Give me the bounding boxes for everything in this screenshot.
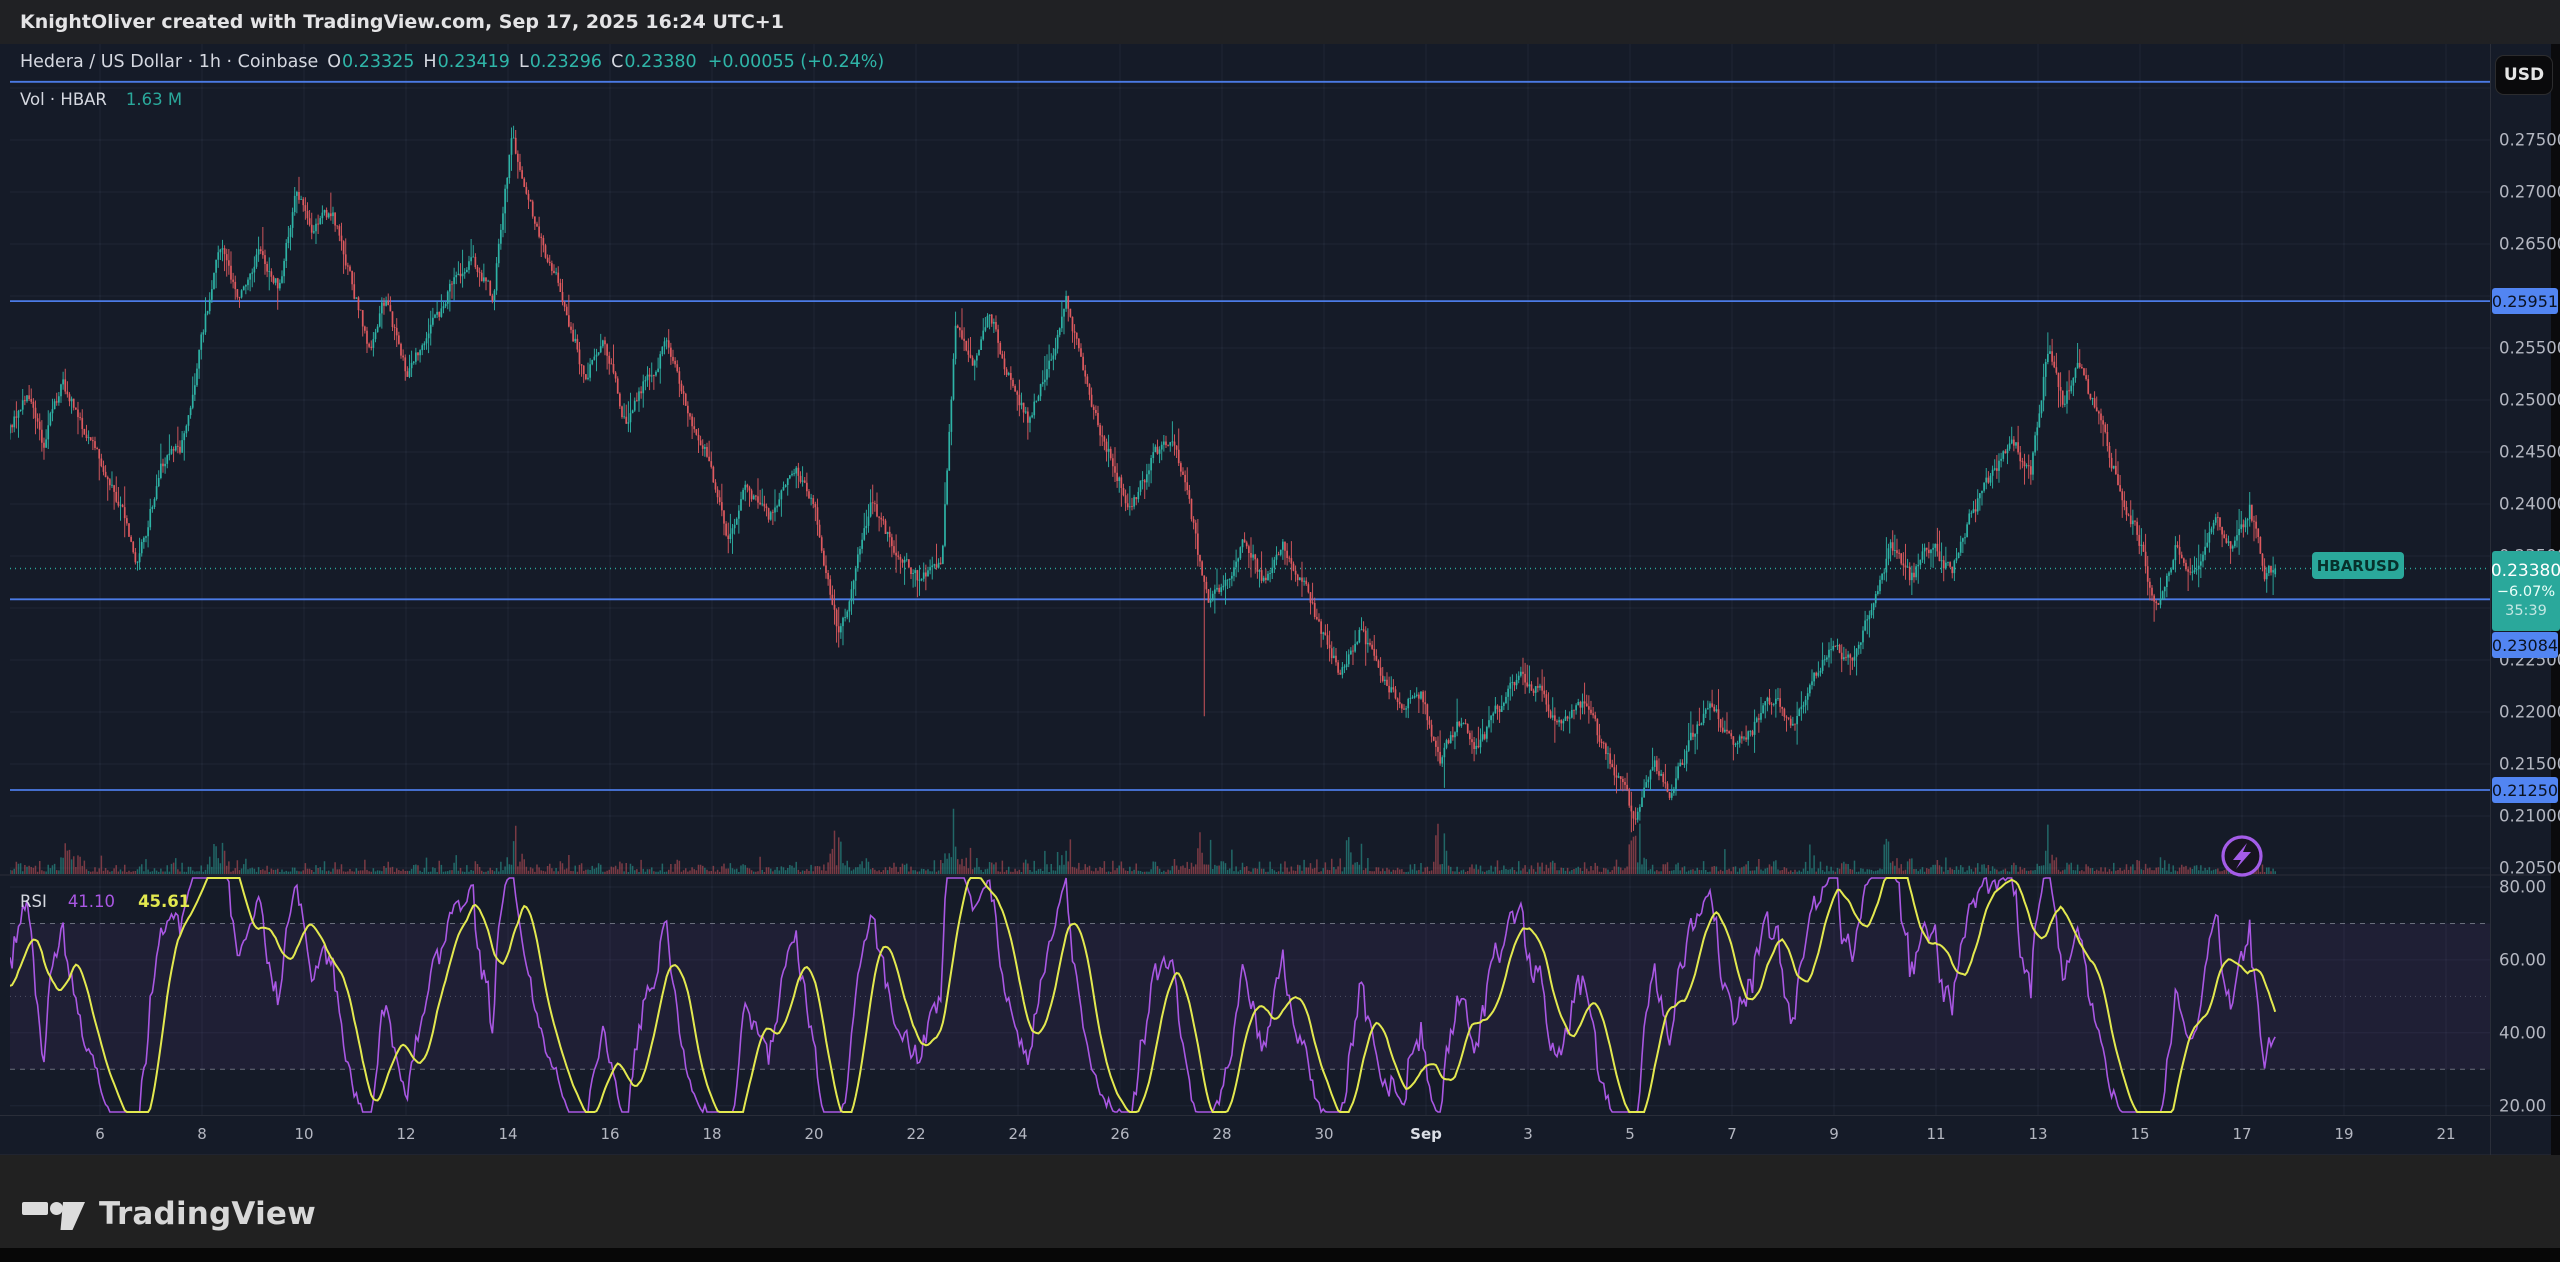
rsi-tick: 80.00 bbox=[2499, 878, 2546, 897]
price-change: +0.00055 (+0.24%) bbox=[708, 52, 885, 72]
last-price-change: −6.07% bbox=[2497, 583, 2555, 603]
tradingview-logo-icon bbox=[22, 1193, 86, 1235]
attribution-bar: KnightOliver created with TradingView.co… bbox=[0, 0, 2560, 44]
time-tick: Sep bbox=[1410, 1125, 1442, 1143]
quick-trade-lightning-icon[interactable] bbox=[2223, 837, 2261, 875]
price-tick: 0.21500 bbox=[2499, 755, 2560, 774]
price-tick: 0.22000 bbox=[2499, 703, 2560, 722]
time-tick: 6 bbox=[95, 1125, 105, 1143]
price-tick: 0.25000 bbox=[2499, 391, 2560, 410]
time-tick: 10 bbox=[294, 1125, 313, 1143]
level-price-pill: 0.25951 bbox=[2492, 288, 2558, 314]
footer: TradingView bbox=[0, 1155, 2560, 1248]
time-tick: 21 bbox=[2436, 1125, 2455, 1143]
price-axis[interactable]: USD 0.27500 0.27000 0.26500 0.25500 0.25000 0… bbox=[2490, 44, 2560, 1155]
time-tick: 19 bbox=[2334, 1125, 2353, 1143]
ohlc-open: O0.23325 bbox=[327, 52, 414, 72]
time-tick: 8 bbox=[197, 1125, 207, 1143]
rsi-ma-value: 45.61 bbox=[138, 892, 190, 911]
time-tick: 12 bbox=[396, 1125, 415, 1143]
tradingview-brand-text: TradingView bbox=[99, 1196, 316, 1232]
symbol-price-tag: HBARUSD bbox=[2312, 552, 2404, 579]
rsi-tick: 40.00 bbox=[2499, 1023, 2546, 1042]
time-tick: 9 bbox=[1829, 1125, 1839, 1143]
time-tick: 20 bbox=[804, 1125, 823, 1143]
price-tick: 0.25500 bbox=[2499, 339, 2560, 358]
candlestick-series bbox=[10, 126, 2275, 833]
chart-canvas[interactable] bbox=[0, 0, 2560, 1262]
price-tick: 0.27500 bbox=[2499, 131, 2560, 150]
time-tick: 24 bbox=[1008, 1125, 1027, 1143]
price-tick: 0.24000 bbox=[2499, 495, 2560, 514]
symbol-header: Hedera / US Dollar · 1h · Coinbase O0.23… bbox=[20, 52, 884, 72]
ohlc-low: L0.23296 bbox=[519, 52, 602, 72]
price-tick: 0.27000 bbox=[2499, 183, 2560, 202]
price-tick: 0.20500 bbox=[2499, 859, 2560, 878]
rsi-label: RSI bbox=[20, 892, 47, 911]
bar-countdown: 35:39 bbox=[2505, 602, 2547, 622]
volume-value: 1.63 M bbox=[126, 90, 182, 109]
ohlc-high: H0.23419 bbox=[423, 52, 510, 72]
last-price-label: 0.23380 −6.07% 35:39 bbox=[2492, 551, 2560, 631]
time-tick: 7 bbox=[1727, 1125, 1737, 1143]
time-tick: 18 bbox=[702, 1125, 721, 1143]
price-tick: 0.24500 bbox=[2499, 443, 2560, 462]
rsi-value: 41.10 bbox=[68, 892, 115, 911]
time-axis[interactable]: 6 8 10 12 14 16 18 20 22 24 26 28 30 Sep 3 5 7 9 11 13 15 17 1… bbox=[0, 1115, 2560, 1156]
time-tick: 22 bbox=[906, 1125, 925, 1143]
rsi-tick: 20.00 bbox=[2499, 1096, 2546, 1115]
last-price-value: 0.23380 bbox=[2491, 560, 2560, 583]
level-price-pill: 0.23084 bbox=[2492, 632, 2558, 658]
volume-label: Vol · HBAR bbox=[20, 90, 107, 109]
time-tick: 30 bbox=[1314, 1125, 1333, 1143]
price-tick: 0.26500 bbox=[2499, 235, 2560, 254]
price-tick: 0.21000 bbox=[2499, 807, 2560, 826]
level-price-pill: 0.21250 bbox=[2492, 777, 2558, 803]
time-tick: 11 bbox=[1926, 1125, 1945, 1143]
volume-bars bbox=[10, 809, 2275, 874]
time-tick: 28 bbox=[1212, 1125, 1231, 1143]
rsi-indicator-row: RSI 41.10 45.61 bbox=[20, 892, 190, 911]
volume-indicator-row: Vol · HBAR 1.63 M bbox=[20, 90, 182, 109]
time-tick: 15 bbox=[2130, 1125, 2149, 1143]
horizontal-level-lines[interactable] bbox=[10, 82, 2490, 790]
time-tick: 14 bbox=[498, 1125, 517, 1143]
time-tick: 3 bbox=[1523, 1125, 1533, 1143]
time-tick: 16 bbox=[600, 1125, 619, 1143]
time-tick: 26 bbox=[1110, 1125, 1129, 1143]
time-tick: 5 bbox=[1625, 1125, 1635, 1143]
rsi-tick: 60.00 bbox=[2499, 950, 2546, 969]
time-tick: 13 bbox=[2028, 1125, 2047, 1143]
symbol-title: Hedera / US Dollar · 1h · Coinbase bbox=[20, 52, 318, 72]
attribution-text: KnightOliver created with TradingView.co… bbox=[20, 11, 784, 33]
bottom-strip bbox=[0, 1248, 2560, 1262]
ohlc-close: C0.23380 bbox=[611, 52, 697, 72]
currency-toggle-button[interactable]: USD bbox=[2495, 55, 2553, 95]
time-tick: 17 bbox=[2232, 1125, 2251, 1143]
